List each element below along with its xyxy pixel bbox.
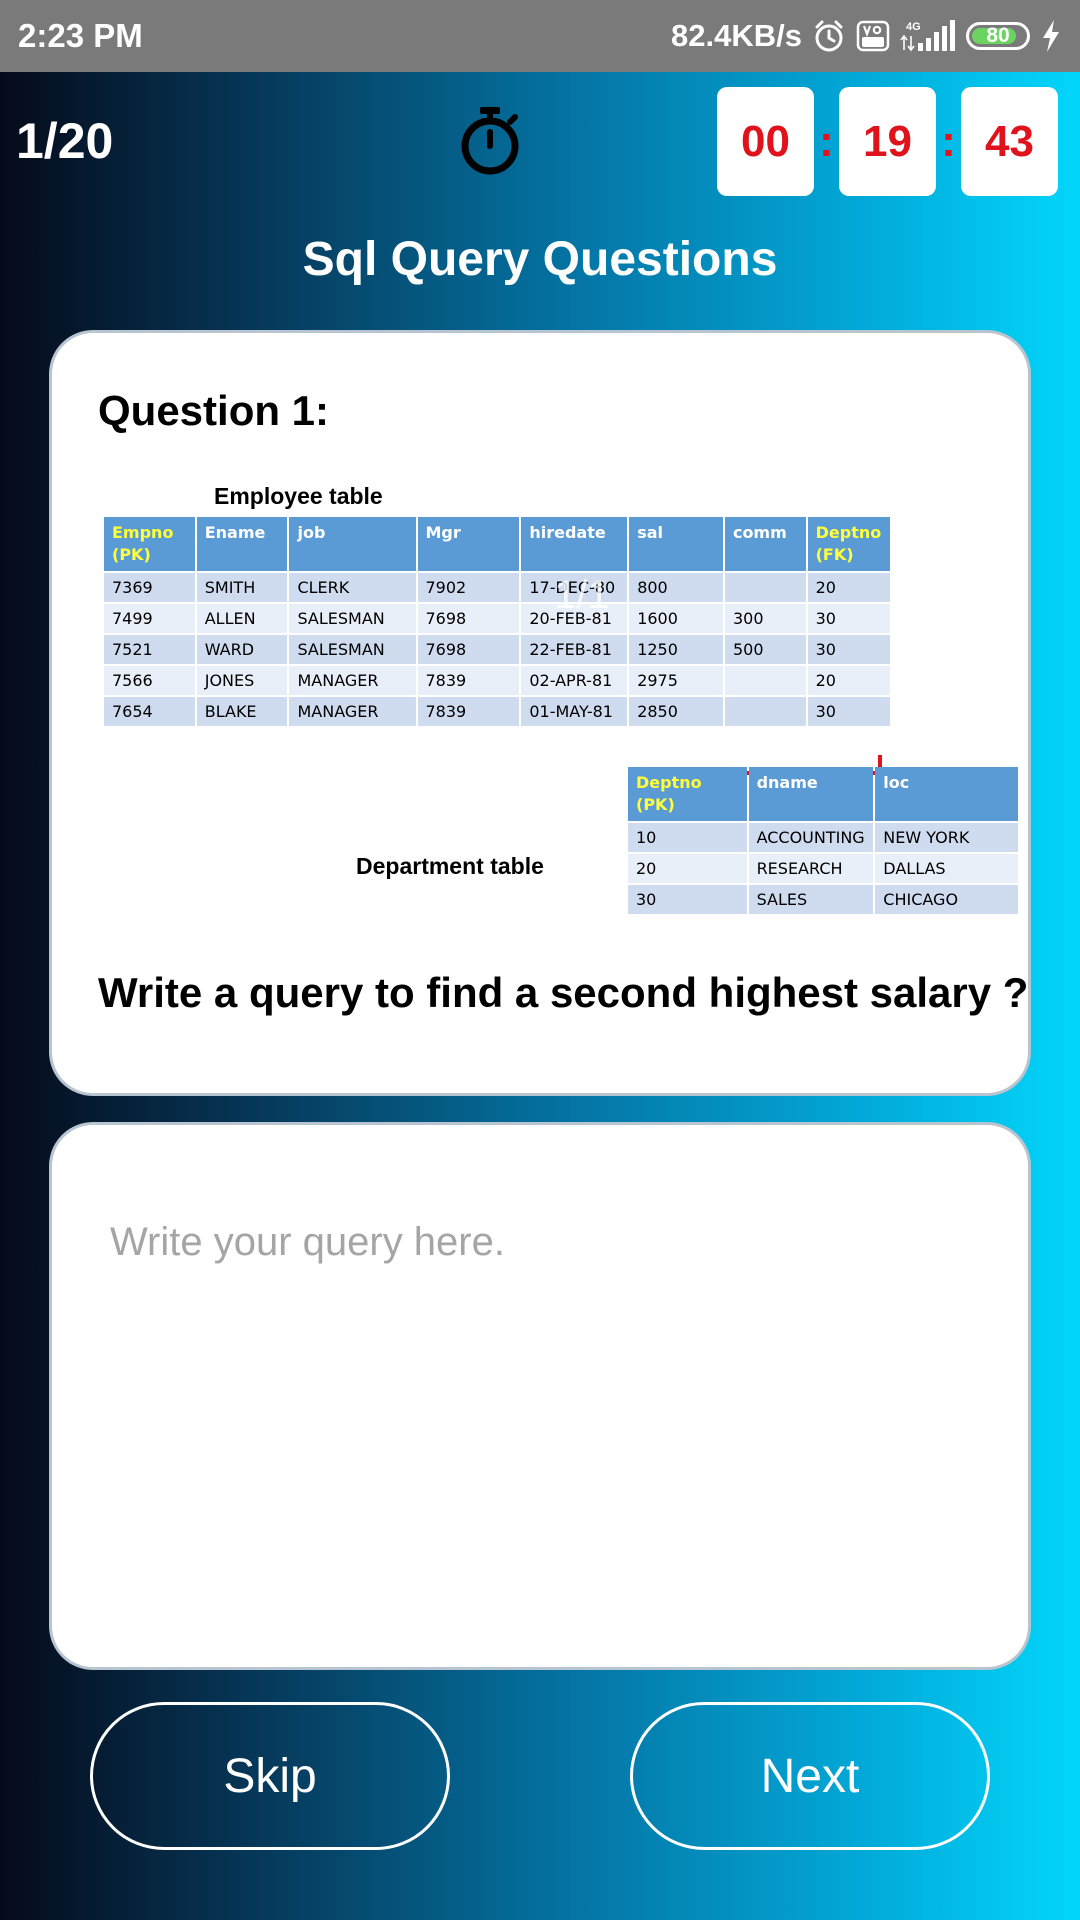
department-table-row: 10 ACCOUNTING NEW YORK [628, 823, 1018, 852]
volte-icon [856, 20, 890, 52]
department-table-caption: Department table [356, 853, 544, 879]
department-table-column-header: loc [875, 767, 1018, 821]
department-table-cell: 10 [628, 823, 747, 852]
network-speed: 82.4KB/s [671, 18, 802, 53]
department-table-column-header: dname [748, 767, 874, 821]
page-title: Sql Query Questions [302, 233, 778, 286]
answer-card [49, 1122, 1031, 1670]
department-table-header: Deptno (PK) dname loc [628, 767, 1018, 821]
next-button[interactable]: Next [630, 1702, 990, 1850]
department-table-cell: 20 [628, 854, 747, 883]
skip-button[interactable]: Skip [90, 1702, 450, 1850]
department-table-row: 20 RESEARCH DALLAS [628, 854, 1018, 883]
network-type-label: 4G [906, 21, 921, 33]
battery-icon: 80 [966, 22, 1030, 50]
timer-separator: : [941, 116, 956, 166]
question-text: Write a query to find a second highest s… [98, 969, 1029, 1016]
charging-icon [1040, 19, 1062, 53]
status-icons: 82.4KB/s 4G 80 [671, 18, 1062, 54]
department-table-cell: DALLAS [875, 854, 1018, 883]
signal-icon: 4G [900, 19, 956, 53]
stopwatch-icon [458, 106, 522, 181]
department-table-column-header: Deptno (PK) [628, 767, 747, 821]
department-table-cell: ACCOUNTING [748, 823, 874, 852]
battery-level: 80 [986, 24, 1010, 47]
status-bar: 2:23 PM 82.4KB/s 4G 80 [0, 0, 1080, 72]
department-table-row: 30 SALES CHICAGO [628, 885, 1018, 914]
department-table-cell: RESEARCH [748, 854, 874, 883]
department-table: Deptno (PK) dname loc 10 ACCOUNTING NEW YORK… [626, 765, 1020, 916]
timer-hours: 00 [717, 87, 814, 196]
alarm-icon [812, 19, 846, 53]
image-page-indicator: 1/1 [554, 573, 610, 617]
department-table-cell: NEW YORK [875, 823, 1018, 852]
question-label: Question 1: [98, 387, 330, 434]
timer-separator: : [819, 116, 834, 166]
status-time: 2:23 PM [18, 17, 143, 54]
question-schema-image: Employee table Empno (PK) Ename job Mgr hire… [102, 483, 1018, 923]
query-input[interactable] [52, 1125, 1028, 1667]
timer-seconds: 43 [961, 87, 1058, 196]
question-progress: 1/20 [16, 113, 114, 169]
countdown-timer: 00 : 19 : 43 [717, 87, 1058, 196]
department-table-cell: SALES [748, 885, 874, 914]
question-card: Question 1: Employee table Empno (PK) Ena… [49, 330, 1031, 1096]
department-table-cell: 30 [628, 885, 747, 914]
department-table-cell: CHICAGO [875, 885, 1018, 914]
timer-minutes: 19 [839, 87, 936, 196]
